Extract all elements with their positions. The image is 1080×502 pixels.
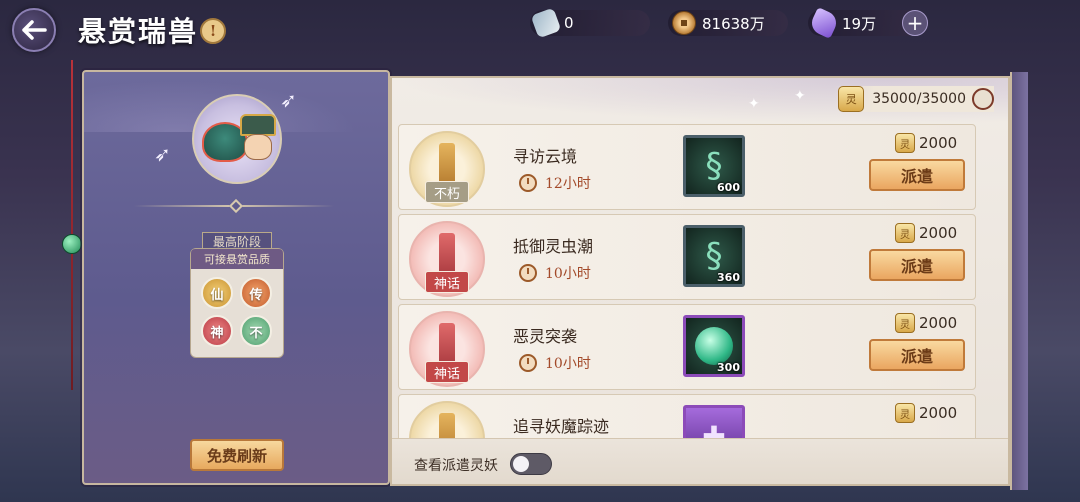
spirit-token-icon: 灵 [838,86,865,112]
quality-badge-icon: 仙 [201,277,233,309]
jade-token-icon: § [705,236,723,276]
bounty-name: 抵御灵虫潮 [513,237,594,256]
reward-item[interactable]: § 600 [683,135,745,197]
bounty-name: 恶灵突袭 [513,327,578,346]
bounty-cost: 灵 2000 [895,403,957,423]
spirit-token-icon: 灵 [895,223,915,243]
tier-badge: 神话 [425,271,469,293]
cost-value: 2000 [919,314,958,332]
scroll-edge [1010,72,1028,490]
clock-icon [519,174,537,192]
back-button[interactable] [12,8,56,52]
dispatch-button[interactable]: 派遣 [869,339,965,371]
tier-badge: 神话 [425,361,469,383]
spirit-orb-icon [695,327,733,365]
resource-coin-value: 81638万 [702,14,765,33]
page-title: 悬赏瑞兽 [78,15,199,48]
spirit-token-icon: 灵 [895,403,915,423]
bounty-duration: 10小时 [519,353,591,373]
spirit-token-icon: 灵 [895,133,915,153]
reward-quantity: 360 [717,271,740,284]
resource-ticket[interactable]: 0 [530,7,650,39]
quality-grid: 仙 传 神 不 [191,269,283,355]
sparkle-icon: ✦ [748,96,760,112]
quota-display: 灵 35000/35000 [834,86,994,112]
duration-text: 10小时 [545,356,591,372]
bounty-item[interactable]: 不朽 寻访云境 12小时 § 600 灵 2000 派遣 [398,124,976,210]
toggle-knob [513,456,529,472]
top-bar: 悬赏瑞兽 ! 0 81638万 19万 + [0,0,1080,56]
duration-text: 10小时 [545,266,591,282]
quality-badge-icon: 传 [240,277,272,309]
spirit-token-icon: 灵 [895,313,915,333]
bounty-cost: 灵 2000 [895,133,957,153]
add-crystal-button[interactable]: + [902,10,928,36]
bounty-duration: 10小时 [519,263,591,283]
beast-hat-icon [240,114,276,136]
jade-token-icon: § [705,146,723,186]
cost-value: 2000 [919,404,958,422]
bounty-panel: ✦ ✦ 灵 35000/35000 不朽 寻访云境 12小时 § 600 灵 2… [390,76,1010,486]
reward-quantity: 600 [717,181,740,194]
swallow-icon: ➶ [280,88,297,112]
toggle-label: 查看派遣灵妖 [414,458,498,474]
beast-portrait[interactable] [192,94,282,184]
bounty-name: 寻访云境 [513,147,578,166]
bounty-duration: 12小时 [519,173,591,193]
resource-ticket-value: 0 [564,14,574,32]
jade-bead-icon [62,234,82,254]
ticket-icon [530,7,562,39]
quality-title: 可接悬赏品质 [191,249,283,269]
resource-coin[interactable]: 81638万 [668,10,788,36]
view-dispatched-toggle[interactable] [510,453,552,475]
bounty-cost: 灵 2000 [895,313,957,333]
quality-badge-icon: 不 [240,315,272,347]
duration-text: 12小时 [545,176,591,192]
divider-ornament [228,198,244,214]
dispatch-button[interactable]: 派遣 [869,159,965,191]
bounty-cost: 灵 2000 [895,223,957,243]
free-refresh-button[interactable]: 免费刷新 [190,439,284,471]
cost-value: 2000 [919,224,958,242]
info-button[interactable]: ! [200,18,226,44]
clock-icon [519,354,537,372]
reward-quantity: 300 [717,361,740,374]
dispatch-button[interactable]: 派遣 [869,249,965,281]
quota-value: 35000/35000 [872,91,966,107]
sparkle-icon: ✦ [794,88,806,104]
resource-crystal-value: 19万 [842,14,877,33]
bounty-item[interactable]: 神话 恶灵突袭 10小时 300 灵 2000 派遣 [398,304,976,390]
coin-icon [672,11,696,35]
bounty-item[interactable]: 神话 抵御灵虫潮 10小时 § 360 灵 2000 派遣 [398,214,976,300]
swallow-icon: ➶ [154,142,171,166]
record-icon[interactable] [972,88,994,110]
tier-badge: 不朽 [425,181,469,203]
crystal-icon [808,7,840,39]
clock-icon [519,264,537,282]
cost-value: 2000 [919,134,958,152]
hanging-string [71,60,73,390]
bounty-name: 追寻妖魔踪迹 [513,417,610,436]
quality-badge-icon: 神 [201,315,233,347]
beast-face-icon [244,134,272,160]
left-panel: ➶ ➶ 最高阶段 可接悬赏品质 仙 传 神 不 免费刷新 [82,70,390,485]
quality-card: 可接悬赏品质 仙 传 神 不 [190,248,284,358]
back-arrow-icon [22,20,47,40]
reward-item[interactable]: 300 [683,315,745,377]
bottom-bar: 查看派遣灵妖 [392,438,1008,484]
reward-item[interactable]: § 360 [683,225,745,287]
